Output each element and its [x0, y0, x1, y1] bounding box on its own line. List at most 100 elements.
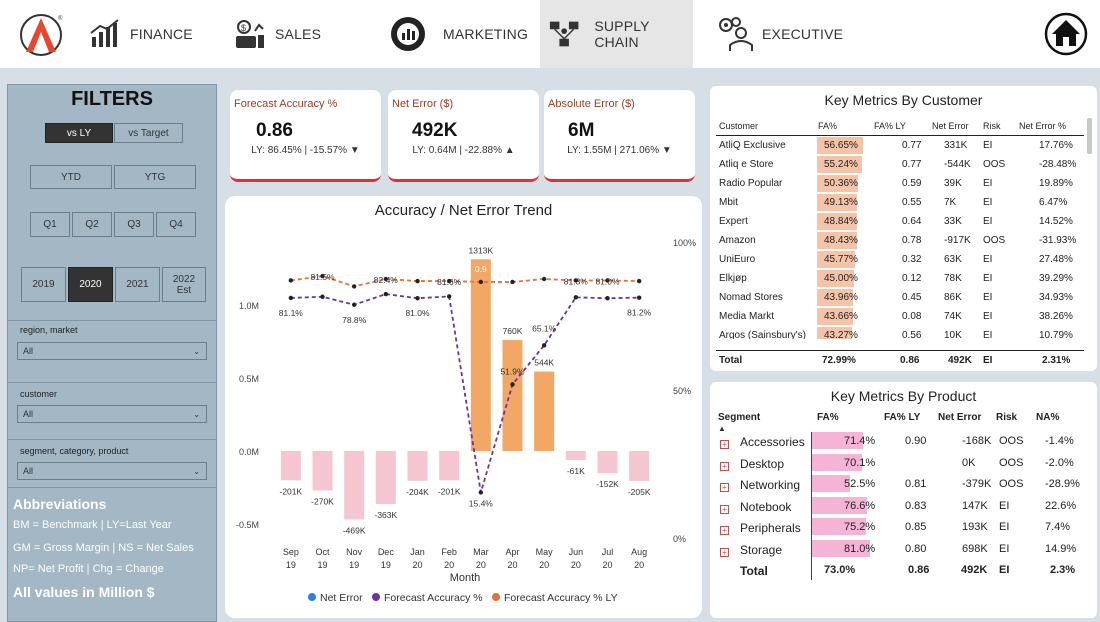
col-header[interactable]: Net Error % [1019, 121, 1066, 131]
col-header[interactable]: Customer [719, 121, 758, 131]
x-axis-label: Month [450, 572, 481, 584]
col-header[interactable]: Risk [983, 121, 1001, 131]
kpi-value: 492K [412, 120, 458, 141]
vs-target-button[interactable]: vs Target [114, 123, 183, 143]
nav-label: SALES [275, 26, 322, 42]
customer-name: AtliQ Exclusive [719, 140, 786, 151]
ytg-button[interactable]: YTG [114, 165, 196, 189]
table-row[interactable]: Elkjøp 45.00% 0.12 78K EI 39.29% [716, 269, 1084, 288]
table-row[interactable]: + Peripherals 75.2% 0.85 193K EI 7.4% [716, 517, 1084, 538]
table-row[interactable]: Amazon 48.43% 0.78 -917K OOS -31.93% [716, 231, 1084, 250]
net-error-value: -917K [944, 235, 971, 246]
data-point [288, 295, 294, 301]
total-row: Total 73.0% 0.86 492K EI 2.3% [716, 560, 1084, 581]
trend-down-icon: ▼ [349, 145, 360, 156]
vs-ly-button[interactable]: vs LY [45, 123, 113, 143]
year-2022-est-button[interactable]: 2022 Est [162, 267, 206, 302]
x-tick-month: Jun [569, 547, 584, 557]
q2-button[interactable]: Q2 [72, 212, 112, 237]
x-tick-year: 20 [634, 560, 644, 570]
net-error-bar [534, 371, 555, 451]
fa-ly-value: 0.77 [902, 140, 922, 151]
x-tick-year: 19 [317, 560, 327, 570]
table-row[interactable]: UniEuro 45.77% 0.32 63K EI 27.48% [716, 250, 1084, 269]
nav-executive[interactable]: EXECUTIVE [716, 0, 843, 68]
net-error-value: 193K [962, 521, 988, 534]
line-label: 0.9 [475, 264, 487, 274]
column-divider [811, 432, 812, 580]
region-dropdown[interactable]: All ⌄ [17, 342, 207, 360]
x-tick-year: 20 [602, 560, 612, 570]
abbreviation-line: NP= Net Profit | Chg = Change [13, 563, 164, 575]
col-header[interactable]: FA% LY [874, 121, 906, 131]
col-header[interactable]: FA% [817, 412, 839, 423]
kpi-sub: LY: 0.64M | -22.88% ▲ [412, 145, 515, 156]
atliq-logo-icon[interactable]: ® [18, 12, 64, 56]
net-error-pct-value: 19.89% [1039, 178, 1073, 189]
chevron-down-icon: ⌄ [193, 410, 200, 419]
trend-chart[interactable]: 1.0M 0.5M 0.0M -0.5M 100% 50% 0% -201K -270K -469… [225, 226, 702, 616]
bar-label: -204K [406, 487, 429, 497]
line-label: 78.8% [342, 315, 367, 325]
col-header[interactable]: Segment [718, 412, 760, 423]
table-row[interactable]: + Accessories 71.4% 0.90 -168K OOS -1.4% [716, 431, 1084, 452]
segment-dropdown[interactable]: All ⌄ [17, 462, 207, 480]
table-row[interactable]: AtliQ Exclusive 56.65% 0.77 331K EI 17.76% [716, 136, 1084, 155]
net-error-bar [375, 451, 396, 504]
table-row[interactable]: Expert 48.84% 0.64 33K EI 14.52% [716, 212, 1084, 231]
table-header-row: Customer FA% FA% LY Net Error Risk Net E… [716, 117, 1084, 136]
nav-marketing[interactable]: MARKETING [389, 0, 528, 68]
bar-label: -205K [628, 487, 651, 497]
supply-chain-icon [549, 21, 579, 47]
abbreviation-line: BM = Benchmark | LY=Last Year [13, 519, 172, 531]
nav-label: EXECUTIVE [762, 26, 844, 42]
year-2020-button[interactable]: 2020 [68, 267, 113, 302]
fa-value: 48.84% [824, 216, 858, 227]
y-tick-left: -0.5M [236, 520, 259, 530]
fa-value: 55.24% [824, 159, 858, 170]
table-row[interactable]: Argos (Sainsbury's) 43.27% 0.56 10K EI 10.79% [716, 326, 1084, 339]
executive-icon [719, 17, 753, 51]
total-label: Total [719, 355, 743, 366]
col-header[interactable]: Net Error [938, 412, 981, 423]
scrollbar[interactable] [1087, 118, 1092, 154]
net-error-bar [629, 451, 650, 481]
nav-finance[interactable]: FINANCE [88, 0, 193, 68]
total-fa-ly: 0.86 [900, 355, 920, 366]
na-value: 7.4% [1045, 521, 1071, 534]
top-nav: ® FINANCE $ SALES MARKETING SUPPLY CHAIN… [0, 0, 1100, 68]
table-row[interactable]: Media Markt 43.66% 0.08 74K EI 38.26% [716, 307, 1084, 326]
customer-label: customer [20, 389, 58, 399]
nav-supply-chain[interactable]: SUPPLY CHAIN [540, 0, 693, 68]
table-row[interactable]: Radio Popular 50.36% 0.59 39K EI 19.89% [716, 174, 1084, 193]
ytd-button[interactable]: YTD [30, 165, 112, 189]
fa-value: 52.5% [844, 478, 876, 491]
year-2019-button[interactable]: 2019 [21, 267, 66, 302]
y-tick-left: 1.0M [239, 301, 259, 311]
table-row[interactable]: + Storage 81.0% 0.80 698K EI 14.9% [716, 539, 1084, 560]
col-header[interactable]: NA% [1036, 412, 1059, 423]
q1-button[interactable]: Q1 [30, 212, 70, 237]
nav-sales[interactable]: $ SALES [233, 0, 321, 68]
total-fa: 73.0% [824, 564, 856, 576]
table-row[interactable]: Mbit 49.13% 0.55 7K EI 6.47% [716, 193, 1084, 212]
table-row[interactable]: + Networking 52.5% 0.81 -379K OOS -28.9% [716, 474, 1084, 495]
q3-button[interactable]: Q3 [114, 212, 154, 237]
risk-value: EI [999, 499, 1010, 512]
customer-dropdown[interactable]: All ⌄ [17, 405, 207, 423]
q4-button[interactable]: Q4 [156, 212, 196, 237]
net-error-value: 63K [944, 254, 962, 265]
home-icon[interactable] [1044, 12, 1088, 56]
col-header[interactable]: FA% LY [884, 412, 920, 423]
table-row[interactable]: Atliq e Store 55.24% 0.77 -544K OOS -28.48% [716, 155, 1084, 174]
col-header[interactable]: FA% [818, 121, 837, 131]
net-error-bar [502, 340, 523, 451]
year-2021-button[interactable]: 2021 [115, 267, 160, 302]
col-header[interactable]: Net Error [932, 121, 969, 131]
customer-name: Argos (Sainsbury's) [719, 330, 806, 339]
table-row[interactable]: + Notebook 76.6% 0.83 147K EI 22.6% [716, 496, 1084, 517]
table-row[interactable]: + Desktop 70.1% 0K OOS -2.0% [716, 453, 1084, 474]
table-row[interactable]: Nomad Stores 43.96% 0.45 86K EI 34.93% [716, 288, 1084, 307]
line-label: 65.1% [532, 323, 557, 333]
col-header[interactable]: Risk [996, 412, 1017, 423]
